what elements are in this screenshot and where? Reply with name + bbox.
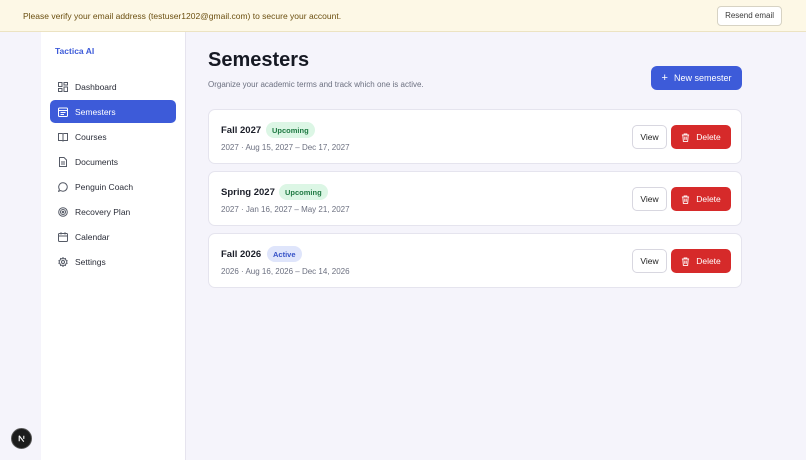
chat-icon: [58, 181, 68, 192]
calendar-list-icon: [58, 107, 68, 117]
trash-icon: [682, 256, 690, 266]
trash-icon: [682, 194, 690, 204]
dashboard-icon: [58, 81, 68, 92]
semester-card: Fall 2026 Active 2026 · Aug 16, 2026 – D…: [208, 233, 742, 288]
brand-logo[interactable]: Tactica AI: [55, 46, 94, 56]
sidebar-item-label: Recovery Plan: [75, 206, 131, 217]
view-button[interactable]: View: [632, 187, 667, 211]
semester-dates: 2027 · Aug 15, 2027 – Dec 17, 2027: [221, 143, 350, 152]
banner-message: Please verify your email address (testus…: [23, 10, 342, 21]
delete-button[interactable]: Delete: [671, 125, 731, 149]
semester-dates: 2027 · Jan 16, 2027 – May 21, 2027: [221, 205, 350, 214]
sidebar: Tactica AI Dashboard Semesters Courses D…: [41, 32, 186, 460]
main-content: Semesters Organize your academic terms a…: [186, 32, 806, 460]
next-devtools-icon[interactable]: [11, 428, 32, 449]
delete-label: Delete: [696, 256, 721, 266]
page-subtitle: Organize your academic terms and track w…: [208, 80, 424, 89]
sidebar-item-label: Courses: [75, 131, 107, 142]
plus-icon: +: [661, 72, 668, 84]
view-button[interactable]: View: [632, 125, 667, 149]
book-icon: [58, 132, 68, 142]
delete-button[interactable]: Delete: [671, 249, 731, 273]
sidebar-item-semesters[interactable]: Semesters: [50, 100, 176, 123]
sidebar-item-label: Calendar: [75, 231, 110, 242]
sidebar-item-label: Settings: [75, 256, 106, 267]
view-button[interactable]: View: [632, 249, 667, 273]
sidebar-item-label: Semesters: [75, 106, 116, 117]
delete-label: Delete: [696, 132, 721, 142]
sidebar-item-calendar[interactable]: Calendar: [50, 225, 176, 248]
semester-name: Fall 2027: [221, 125, 262, 136]
status-badge: Upcoming: [266, 122, 315, 138]
delete-label: Delete: [696, 194, 721, 204]
sidebar-item-settings[interactable]: Settings: [50, 250, 176, 273]
calendar-icon: [58, 231, 68, 242]
semester-dates: 2026 · Aug 16, 2026 – Dec 14, 2026: [221, 267, 350, 276]
sidebar-item-penguin-coach[interactable]: Penguin Coach: [50, 175, 176, 198]
delete-button[interactable]: Delete: [671, 187, 731, 211]
sidebar-item-label: Documents: [75, 156, 118, 167]
document-icon: [58, 156, 68, 167]
sidebar-nav: Dashboard Semesters Courses Documents Pe…: [50, 75, 176, 275]
verify-email-banner: Please verify your email address (testus…: [0, 0, 806, 32]
sidebar-item-documents[interactable]: Documents: [50, 150, 176, 173]
status-badge: Active: [267, 246, 302, 262]
new-semester-label: New semester: [673, 73, 732, 83]
trash-icon: [682, 132, 690, 142]
status-badge: Upcoming: [279, 184, 328, 200]
sidebar-item-label: Dashboard: [75, 81, 117, 92]
sidebar-item-recovery-plan[interactable]: Recovery Plan: [50, 200, 176, 223]
left-gutter: [0, 32, 41, 460]
gear-icon: [58, 256, 68, 267]
sidebar-item-courses[interactable]: Courses: [50, 125, 176, 148]
sidebar-item-dashboard[interactable]: Dashboard: [50, 75, 176, 98]
new-semester-button[interactable]: + New semester: [651, 66, 742, 90]
semester-card: Spring 2027 Upcoming 2027 · Jan 16, 2027…: [208, 171, 742, 226]
sidebar-item-label: Penguin Coach: [75, 181, 134, 192]
semester-name: Fall 2026: [221, 249, 262, 260]
semester-card: Fall 2027 Upcoming 2027 · Aug 15, 2027 –…: [208, 109, 742, 164]
resend-email-button[interactable]: Resend email: [717, 5, 782, 26]
semester-name: Spring 2027: [221, 187, 275, 198]
target-icon: [58, 206, 68, 217]
page-title: Semesters: [208, 49, 310, 71]
